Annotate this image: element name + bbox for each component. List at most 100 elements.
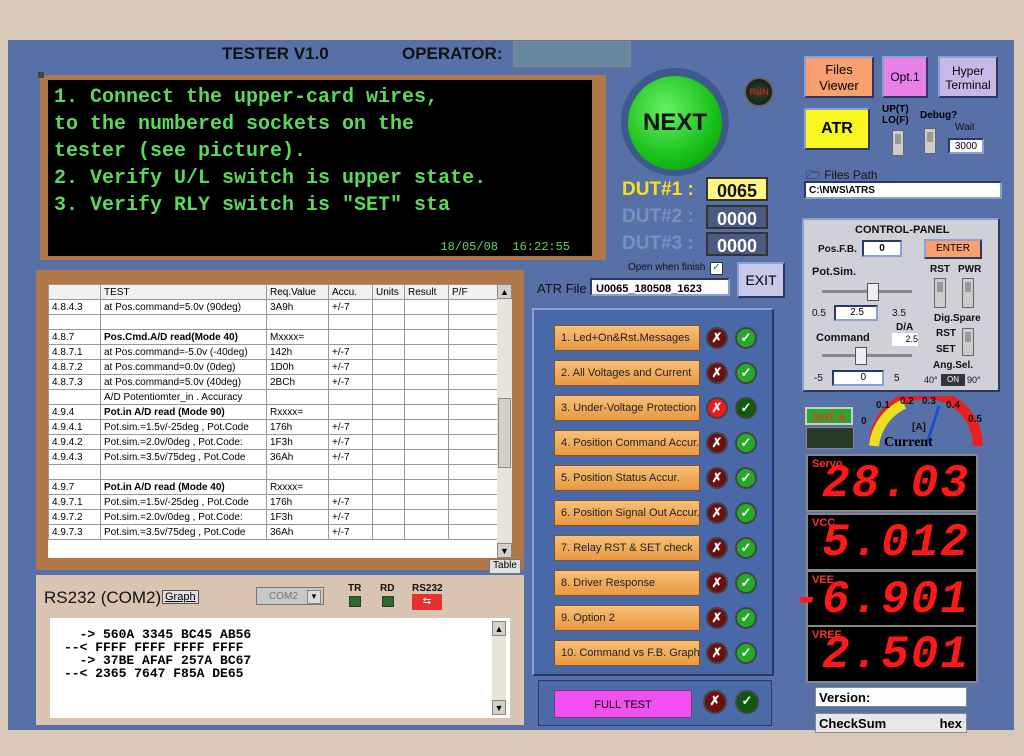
test-button-1[interactable]: 1. Led+On&Rst.Messages (554, 325, 700, 351)
table-cell (372, 374, 405, 390)
table-cell: +/-7 (328, 509, 373, 525)
table-cell: +/-7 (328, 374, 373, 390)
servo-value: 28.03 (821, 458, 970, 510)
table-cell (372, 359, 405, 375)
scroll-down-icon[interactable]: ▼ (497, 543, 512, 558)
dut1-value: 0065 (706, 177, 768, 201)
operator-input[interactable] (513, 41, 631, 67)
test-fail-icon: ✗ (706, 362, 728, 384)
table-row[interactable]: 4.9.4.1 Pot.sim.=1.5v/-25deg , Pot.Code 17… (48, 419, 498, 435)
rst-switch[interactable] (934, 278, 946, 308)
table-cell (448, 494, 498, 510)
test-button-6[interactable]: 6. Position Signal Out Accur. (554, 500, 700, 526)
open-when-finish-checkbox[interactable]: ✓ (710, 262, 723, 275)
test-button-7[interactable]: 7. Relay RST & SET check (554, 535, 700, 561)
table-cell: 1D0h (266, 359, 329, 375)
da-value: 2.5 (892, 333, 918, 346)
scroll-thumb[interactable] (498, 398, 511, 468)
graph-button[interactable]: Graph (162, 590, 199, 604)
scroll-up-icon[interactable]: ▲ (497, 284, 512, 299)
usb-icon[interactable]: ⇆ (412, 594, 442, 610)
test-fail-icon: ✗ (706, 537, 728, 559)
table-cell: 36Ah (266, 449, 329, 465)
atr-file-field[interactable]: U0065_180508_1623 (590, 278, 730, 296)
servo-display: Servo 28.03 (806, 454, 978, 512)
pwr-switch[interactable] (962, 278, 974, 308)
test-button-4[interactable]: 4. Position Command Accur. (554, 430, 700, 456)
angsel-toggle[interactable]: ON (941, 374, 965, 386)
test-button-2[interactable]: 2. All Voltages and Current (554, 360, 700, 386)
posfb-value: 0 (862, 240, 902, 257)
table-row[interactable]: 4.9.4.3 Pot.sim.=3.5v/75deg , Pot.Code 36A… (48, 449, 498, 465)
dig-spare-switch[interactable] (962, 328, 974, 356)
table-row[interactable]: 4.9.7 Pot.in A/D read (Mode 40) Rxxxx= (48, 479, 498, 495)
table-row[interactable] (48, 464, 498, 480)
rd-led (382, 596, 394, 607)
rs-scroll-down-icon[interactable]: ▼ (492, 700, 506, 715)
hyper-terminal-button[interactable]: Hyper Terminal (938, 56, 998, 98)
test-fail-icon: ✗ (706, 642, 728, 664)
test-button-10[interactable]: 10. Command vs F.B. Graph (554, 640, 700, 666)
exit-button[interactable]: EXIT (737, 262, 785, 298)
test-button-8[interactable]: 8. Driver Response (554, 570, 700, 596)
table-row[interactable] (48, 314, 498, 330)
table-row[interactable]: 4.8.7.2 at Pos.command=0.0v (0deg) 1D0h +/-… (48, 359, 498, 375)
test-button-9[interactable]: 9. Option 2 (554, 605, 700, 631)
table-row[interactable]: 4.8.7 Pos.Cmd.A/D read(Mode 40) Mxxxx= (48, 329, 498, 345)
table-cell: +/-7 (328, 434, 373, 450)
table-header-cell: Result (404, 284, 449, 300)
tr-led (349, 596, 361, 607)
table-cell: 3A9h (266, 299, 329, 315)
table-row[interactable]: 4.9.7.1 Pot.sim.=1.5v/-25deg , Pot.Code 17… (48, 494, 498, 510)
table-cell: at Pos.command=-5.0v (-40deg) (100, 344, 267, 360)
rs-scroll-up-icon[interactable]: ▲ (492, 621, 506, 636)
table-cell (48, 464, 101, 480)
table-cell: Rxxxx= (266, 404, 329, 420)
table-cell (404, 329, 449, 345)
table-cell (372, 449, 405, 465)
table-cell (372, 434, 405, 450)
table-cell: 2BCh (266, 374, 329, 390)
test-pass-icon: ✓ (735, 397, 757, 419)
potsim-slider-thumb[interactable] (867, 283, 879, 301)
table-button[interactable]: Table (489, 559, 521, 574)
test-pass-icon: ✓ (735, 362, 757, 384)
table-cell: 4.8.7.1 (48, 344, 101, 360)
table-row[interactable]: 4.8.4.3 at Pos.command=5.0v (90deg) 3A9h +/… (48, 299, 498, 315)
rs232-scrollbar[interactable]: ▲ ▼ (492, 621, 506, 715)
next-button[interactable]: NEXT (628, 76, 722, 170)
files-path-field[interactable]: C:\NWS\ATRS (804, 181, 1002, 199)
test-button-3[interactable]: 3. Under-Voltage Protection (554, 395, 700, 421)
table-header-cell (48, 284, 101, 300)
enter-button[interactable]: ENTER (924, 239, 982, 259)
debug-switch[interactable] (924, 128, 936, 154)
table-row[interactable]: A/D Potentiomter_in . Accuracy (48, 389, 498, 405)
table-cell (372, 464, 405, 480)
folder-icon: 🗁 (806, 168, 825, 182)
table-cell: 4.8.7.2 (48, 359, 101, 375)
table-cell (266, 464, 329, 480)
table-row[interactable]: 4.8.7.3 at Pos.command=5.0v (40deg) 2BCh +/… (48, 374, 498, 390)
opt1-button[interactable]: Opt.1 (882, 56, 928, 98)
com-port-select[interactable]: COM2 ▼ (256, 587, 324, 605)
full-test-button[interactable]: FULL TEST (554, 690, 692, 718)
command-slider-thumb[interactable] (855, 347, 867, 365)
test-button-5[interactable]: 5. Position Status Accur. (554, 465, 700, 491)
atr-button[interactable]: ATR (804, 108, 870, 150)
table-row[interactable]: 4.9.4 Pot.in A/D read (Mode 90) Rxxxx= (48, 404, 498, 420)
command-input[interactable]: 0 (832, 370, 884, 386)
table-row[interactable]: 4.9.7.3 Pot.sim.=3.5v/75deg , Pot.Code 36A… (48, 524, 498, 540)
chevron-down-icon[interactable]: ▼ (307, 590, 321, 604)
wait-input[interactable]: 3000 (948, 138, 984, 154)
table-cell (448, 524, 498, 540)
command-max: 5 (894, 373, 900, 384)
table-row[interactable]: 4.8.7.1 at Pos.command=-5.0v (-40deg) 142h… (48, 344, 498, 360)
potsim-input[interactable]: 2.5 (834, 305, 878, 321)
table-row[interactable]: 4.9.4.2 Pot.sim.=2.0v/0deg , Pot.Code: 1F3… (48, 434, 498, 450)
uplo-switch[interactable] (892, 130, 904, 156)
table-row[interactable]: 4.9.7.2 Pot.sim.=2.0v/0deg , Pot.Code: 1F3… (48, 509, 498, 525)
table-scrollbar[interactable]: ▲ ▼ (497, 284, 512, 558)
test-pass-icon: ✓ (735, 607, 757, 629)
files-viewer-button[interactable]: Files Viewer (804, 56, 874, 98)
open-when-finish-label: Open when finish (628, 262, 706, 273)
